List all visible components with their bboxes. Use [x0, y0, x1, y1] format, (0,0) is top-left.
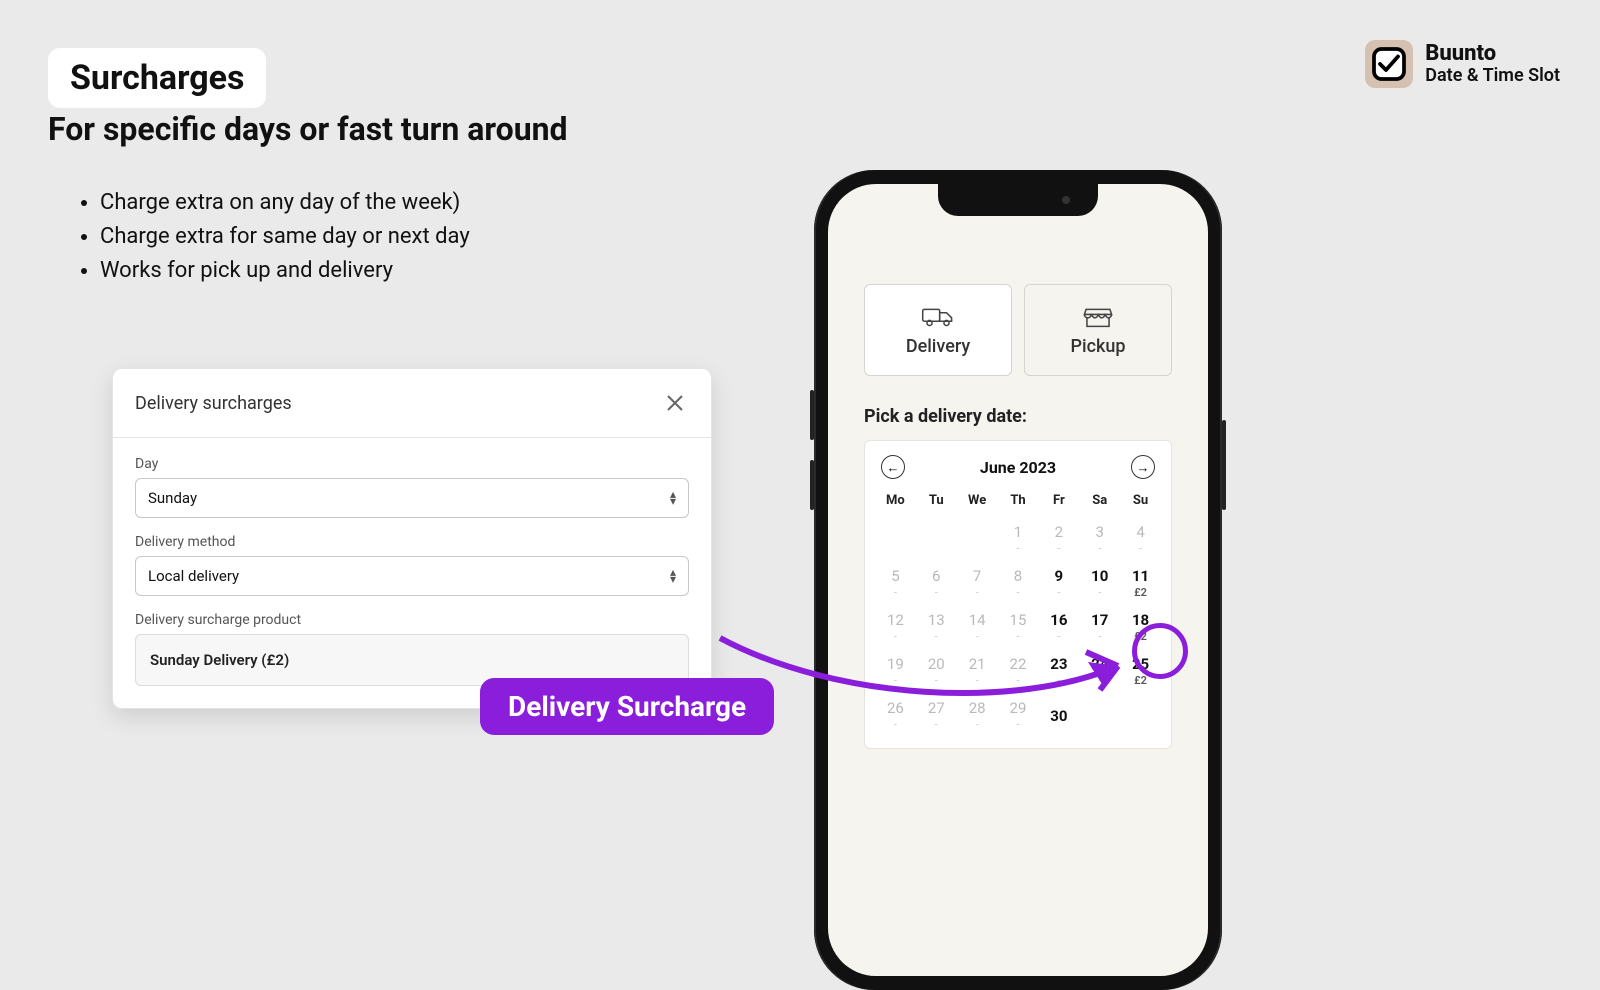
pick-date-label: Pick a delivery date: [864, 406, 1027, 427]
method-select[interactable]: Local delivery ▴▾ [135, 556, 689, 596]
phone-volume-down [810, 460, 814, 510]
method-select-value: Local delivery [148, 567, 239, 585]
delivery-surcharge-badge: Delivery Surcharge [480, 678, 774, 735]
surcharge-modal: Delivery surcharges Day Sunday ▴▾ Delive… [112, 368, 712, 709]
cal-day-cell [1120, 694, 1161, 738]
cal-day-cell: 6- [916, 562, 957, 606]
cal-prev-button[interactable]: ← [881, 455, 905, 479]
cal-day-cell[interactable]: 11£2 [1120, 562, 1161, 606]
modal-title: Delivery surcharges [135, 393, 292, 414]
cal-day-cell[interactable]: 16- [1038, 606, 1079, 650]
cal-day-cell[interactable]: 25£2 [1120, 650, 1161, 694]
phone-mockup: Delivery Pickup Pick a delivery date: ← … [814, 170, 1222, 990]
cal-dow: Th [998, 487, 1039, 518]
cal-day-cell: 27- [916, 694, 957, 738]
cal-dow: We [957, 487, 998, 518]
cal-day-cell[interactable]: 18£2 [1120, 606, 1161, 650]
cal-day-cell [875, 518, 916, 562]
cal-day-cell[interactable]: 24- [1079, 650, 1120, 694]
truck-icon [921, 304, 955, 330]
cal-day-cell: 12- [875, 606, 916, 650]
day-select-value: Sunday [148, 489, 197, 507]
brand-icon [1365, 40, 1413, 88]
cal-dow: Mo [875, 487, 916, 518]
tab-pickup-label: Pickup [1071, 336, 1126, 357]
brand-subtitle: Date & Time Slot [1425, 66, 1560, 86]
cal-dow: Fr [1038, 487, 1079, 518]
cal-day-cell: 8- [998, 562, 1039, 606]
tab-pickup[interactable]: Pickup [1024, 284, 1172, 376]
cal-next-button[interactable]: → [1131, 455, 1155, 479]
feature-bullets: Charge extra on any day of the week) Cha… [90, 186, 470, 288]
page-title-pill: Surcharges [48, 48, 266, 108]
cal-day-cell: 28- [957, 694, 998, 738]
phone-notch [938, 184, 1098, 216]
phone-volume-up [810, 390, 814, 440]
cal-day-cell [1079, 694, 1120, 738]
cal-day-cell: 1- [998, 518, 1039, 562]
close-icon[interactable] [661, 389, 689, 417]
cal-day-cell: 20- [916, 650, 957, 694]
cal-day-cell: 4- [1120, 518, 1161, 562]
cal-day-cell: 22- [998, 650, 1039, 694]
cal-day-cell: 7- [957, 562, 998, 606]
cal-day-cell: 19- [875, 650, 916, 694]
cal-dow: Su [1120, 487, 1161, 518]
cal-day-cell: 13- [916, 606, 957, 650]
cal-day-cell [957, 518, 998, 562]
brand-name: Buunto [1425, 42, 1560, 66]
cal-day-cell: 26- [875, 694, 916, 738]
store-icon [1081, 304, 1115, 330]
cal-dow: Sa [1079, 487, 1120, 518]
cal-day-cell: 21- [957, 650, 998, 694]
cal-day-cell[interactable]: 23- [1038, 650, 1079, 694]
chevron-sort-icon: ▴▾ [670, 569, 676, 583]
chevron-sort-icon: ▴▾ [670, 491, 676, 505]
cal-day-cell: 29- [998, 694, 1039, 738]
bullet-item: Charge extra for same day or next day [100, 220, 470, 254]
calendar: ← June 2023 → MoTuWeThFrSaSu 1-2-3-4- 5-6… [864, 440, 1172, 749]
cal-day-cell: 2- [1038, 518, 1079, 562]
bullet-item: Works for pick up and delivery [100, 254, 470, 288]
cal-day-cell: 5- [875, 562, 916, 606]
method-label: Delivery method [135, 534, 689, 550]
day-select[interactable]: Sunday ▴▾ [135, 478, 689, 518]
product-label: Delivery surcharge product [135, 612, 689, 628]
cal-day-cell [916, 518, 957, 562]
cal-dow: Tu [916, 487, 957, 518]
phone-power-button [1222, 420, 1226, 510]
cal-day-cell[interactable]: 30 [1038, 694, 1079, 738]
cal-day-cell[interactable]: 17- [1079, 606, 1120, 650]
cal-month-label: June 2023 [980, 458, 1056, 477]
bullet-item: Charge extra on any day of the week) [100, 186, 470, 220]
cal-day-cell: 3- [1079, 518, 1120, 562]
tab-delivery[interactable]: Delivery [864, 284, 1012, 376]
tab-delivery-label: Delivery [906, 336, 970, 357]
cal-day-cell: 15- [998, 606, 1039, 650]
cal-day-cell: 14- [957, 606, 998, 650]
cal-day-cell[interactable]: 9- [1038, 562, 1079, 606]
cal-day-cell[interactable]: 10- [1079, 562, 1120, 606]
page-subtitle: For specific days or fast turn around [48, 110, 568, 148]
phone-screen: Delivery Pickup Pick a delivery date: ← … [828, 184, 1208, 976]
brand-block: Buunto Date & Time Slot [1365, 40, 1560, 88]
day-label: Day [135, 456, 689, 472]
